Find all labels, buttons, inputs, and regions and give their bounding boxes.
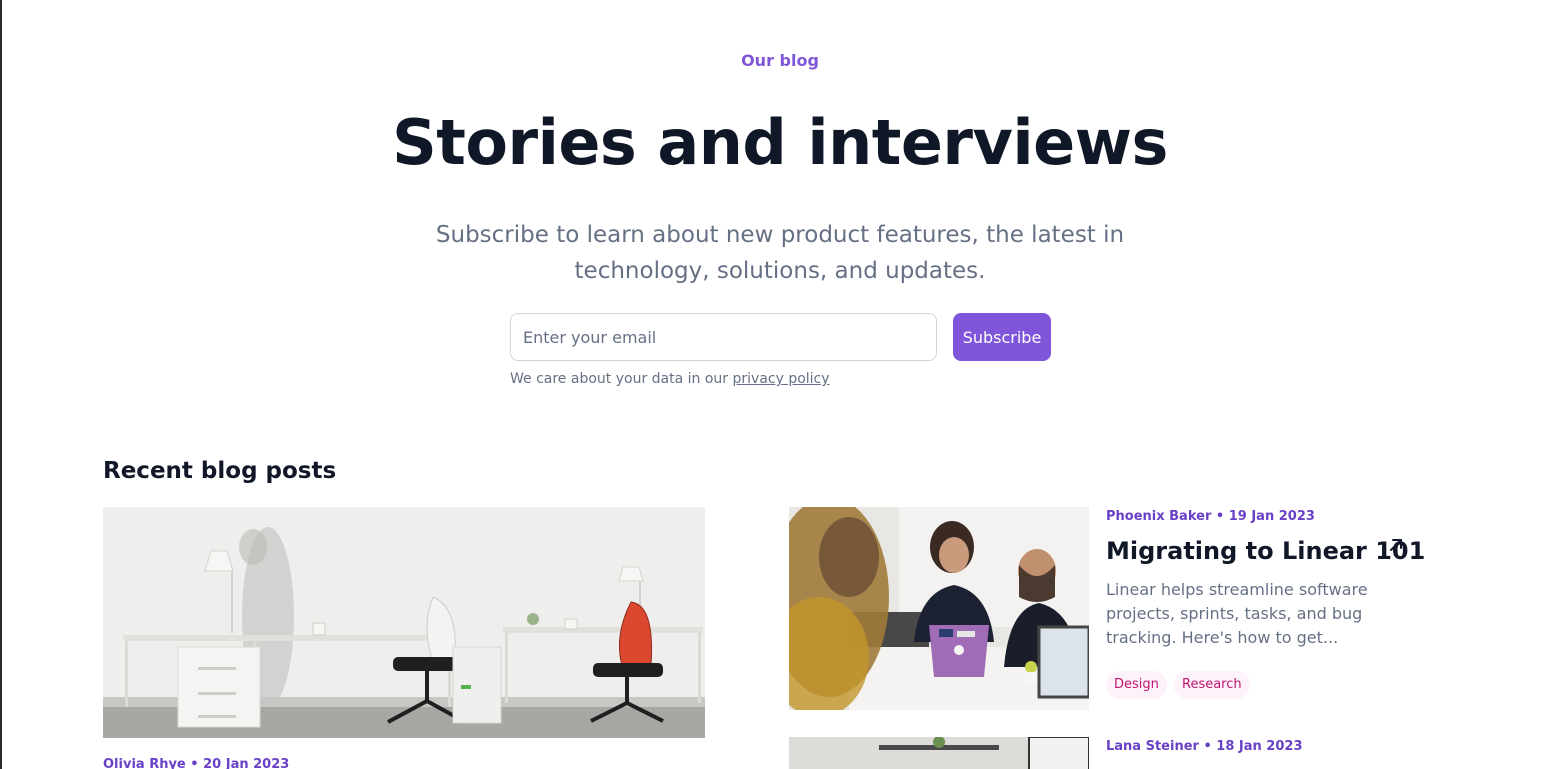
post-image[interactable] bbox=[789, 737, 1089, 769]
post-excerpt: Linear helps streamline software project… bbox=[1106, 580, 1368, 647]
privacy-note: We care about your data in our privacy p… bbox=[510, 371, 830, 387]
post-image[interactable] bbox=[789, 507, 1089, 710]
privacy-note-text: We care about your data in our bbox=[510, 371, 733, 387]
office-photo bbox=[103, 507, 705, 738]
page: Our blog Stories and interviews Subscrib… bbox=[0, 0, 1556, 769]
tag-design[interactable]: Design bbox=[1106, 671, 1167, 699]
privacy-policy-link[interactable]: privacy policy bbox=[733, 371, 830, 387]
post-meta: Lana Steiner • 18 Jan 2023 bbox=[1106, 739, 1303, 754]
office-shelf-photo bbox=[789, 737, 1089, 769]
post-meta: Phoenix Baker • 19 Jan 2023 bbox=[1106, 509, 1315, 524]
arrow-up-right-icon[interactable] bbox=[1388, 537, 1404, 553]
featured-post-image[interactable] bbox=[103, 507, 705, 738]
email-field[interactable] bbox=[510, 313, 937, 361]
featured-post-meta: Olivia Rhye • 20 Jan 2023 bbox=[103, 757, 290, 769]
recent-posts-heading: Recent blog posts bbox=[103, 458, 337, 484]
page-title: Stories and interviews bbox=[392, 106, 1168, 179]
subscribe-button[interactable]: Subscribe bbox=[953, 313, 1051, 361]
meeting-photo bbox=[789, 507, 1089, 710]
blog-eyebrow: Our blog bbox=[741, 51, 819, 70]
hero-subheading: Subscribe to learn about new product fea… bbox=[435, 222, 1125, 284]
post-title[interactable]: Migrating to Linear 101 bbox=[1106, 537, 1425, 565]
tag-research[interactable]: Research bbox=[1174, 671, 1250, 699]
